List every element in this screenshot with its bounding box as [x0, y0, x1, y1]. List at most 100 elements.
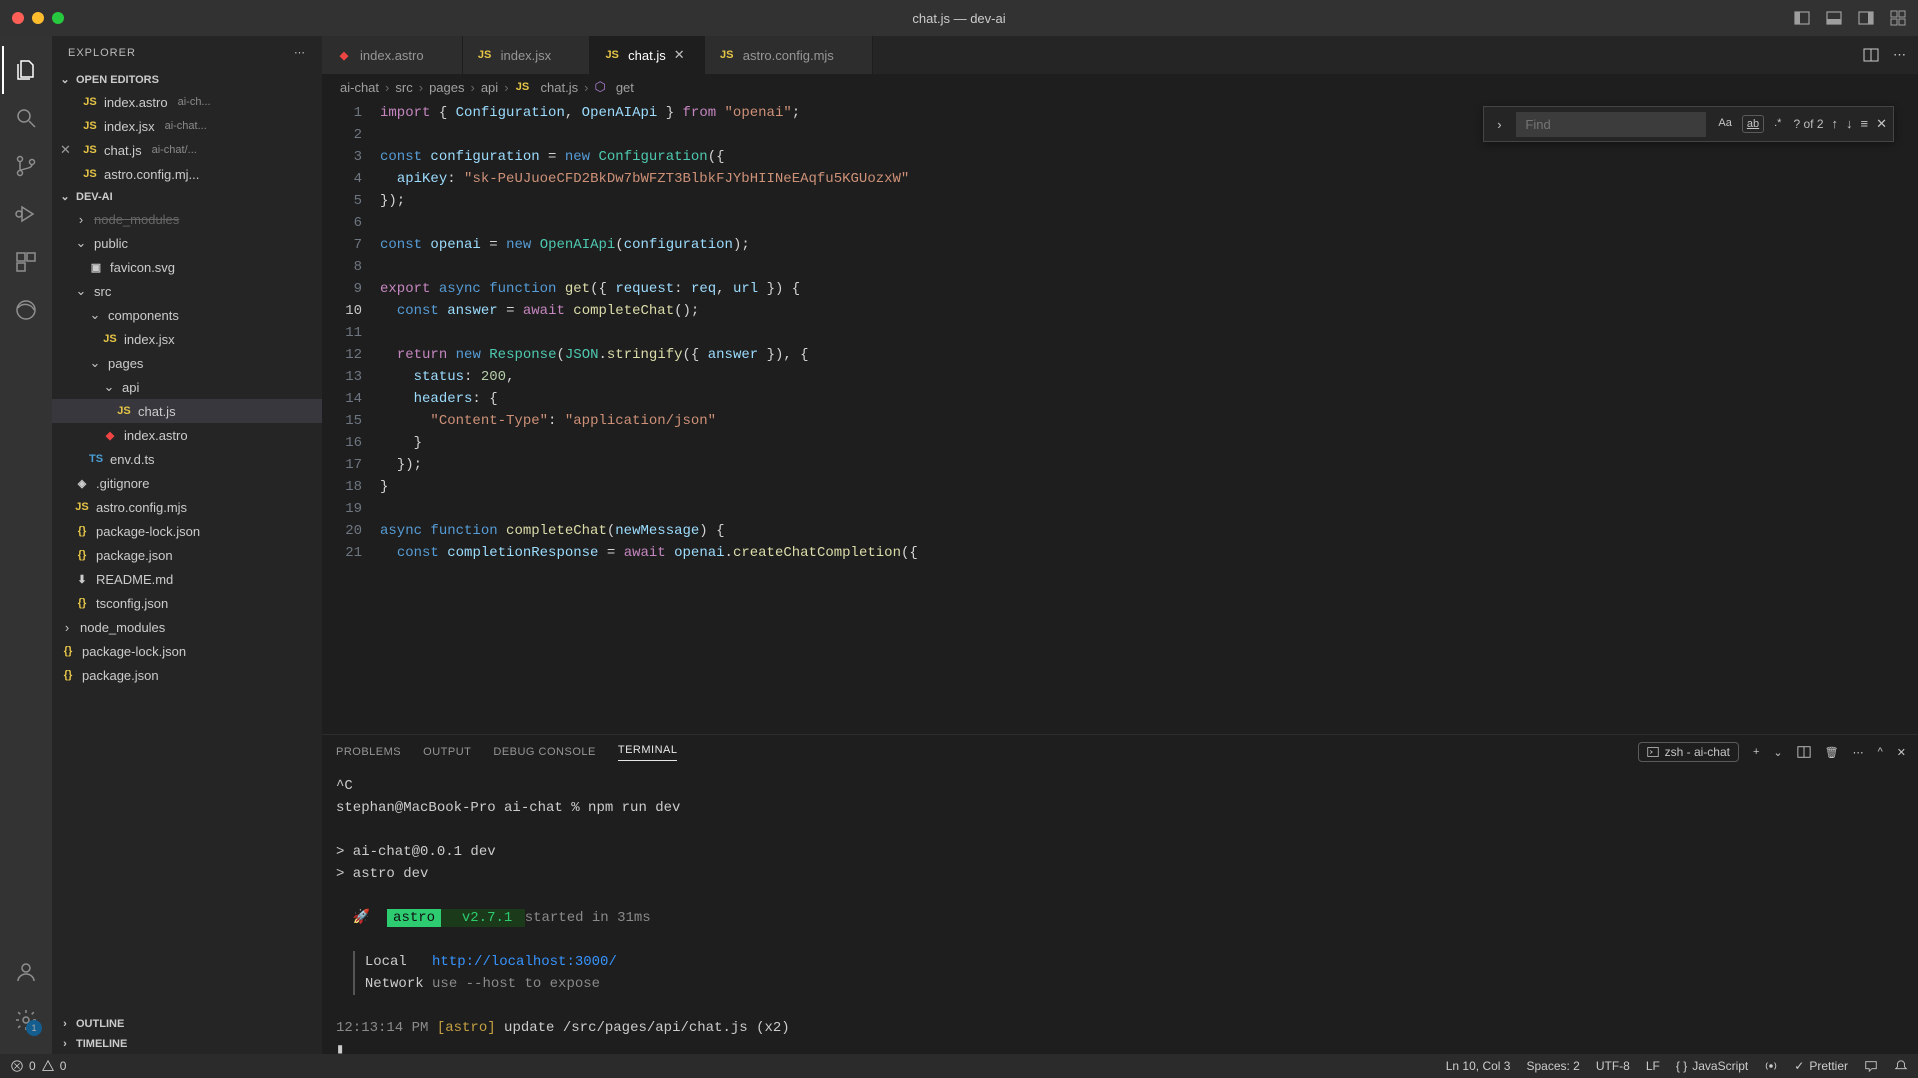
file-item[interactable]: {} package-lock.json — [52, 639, 322, 663]
status-golive[interactable] — [1764, 1059, 1778, 1073]
open-editor-item[interactable]: ✕ JS chat.js ai-chat/... — [52, 138, 322, 162]
new-terminal-icon[interactable]: + — [1753, 746, 1759, 758]
folder-item[interactable]: ⌄ public — [52, 231, 322, 255]
status-errors[interactable]: 0 0 — [10, 1059, 66, 1073]
more-icon[interactable]: ⋯ — [294, 46, 306, 59]
activity-search[interactable] — [2, 94, 50, 142]
find-prev-icon[interactable]: ↑ — [1832, 116, 1839, 132]
file-icon: JS — [102, 331, 118, 347]
tab-more-icon[interactable]: ⋯ — [1893, 47, 1906, 63]
panel-tab-terminal[interactable]: TERMINAL — [618, 744, 678, 761]
minimize-window-button[interactable] — [32, 12, 44, 24]
status-language[interactable]: { }JavaScript — [1676, 1059, 1748, 1073]
activity-extensions[interactable] — [2, 238, 50, 286]
activity-settings[interactable]: 1 — [2, 996, 50, 1044]
file-item[interactable]: ⬇ README.md — [52, 567, 322, 591]
file-name: astro.config.mj... — [104, 167, 199, 182]
search-icon — [14, 106, 38, 130]
activity-account[interactable] — [2, 948, 50, 996]
file-item[interactable]: JS chat.js — [52, 399, 322, 423]
file-item[interactable]: JS index.jsx — [52, 327, 322, 351]
find-input[interactable] — [1516, 112, 1706, 137]
close-icon[interactable]: ✕ — [60, 142, 76, 158]
file-name: index.astro — [104, 95, 168, 110]
file-icon: JS — [604, 47, 620, 63]
file-item[interactable]: {} package.json — [52, 543, 322, 567]
split-terminal-icon[interactable] — [1797, 745, 1811, 759]
status-prettier[interactable]: ✓Prettier — [1794, 1059, 1848, 1073]
panel-tab-output[interactable]: OUTPUT — [423, 746, 471, 758]
customize-layout-icon[interactable] — [1890, 10, 1906, 26]
panel-tab-problems[interactable]: PROBLEMS — [336, 746, 401, 758]
editor[interactable]: 123456789101112131415161718192021 import… — [322, 100, 1918, 734]
close-icon[interactable]: ✕ — [674, 47, 690, 63]
regex-icon[interactable]: .* — [1770, 115, 1785, 133]
folder-item[interactable]: ⌄ pages — [52, 351, 322, 375]
status-bell[interactable] — [1894, 1059, 1908, 1073]
folder-item[interactable]: ⌄ components — [52, 303, 322, 327]
file-item[interactable]: ▣ favicon.svg — [52, 255, 322, 279]
status-spaces[interactable]: Spaces: 2 — [1526, 1059, 1579, 1073]
match-case-icon[interactable]: Aa — [1714, 115, 1735, 133]
find-expand-icon[interactable]: › — [1490, 117, 1508, 132]
code-content[interactable]: import { Configuration, OpenAIApi } from… — [380, 100, 1918, 734]
breadcrumb-item[interactable]: get — [616, 80, 634, 95]
breadcrumb-item[interactable]: ai-chat — [340, 80, 379, 95]
timeline-header[interactable]: › TIMELINE — [52, 1034, 322, 1054]
file-item[interactable]: {} package-lock.json — [52, 519, 322, 543]
breadcrumb-item[interactable]: api — [481, 80, 498, 95]
layout-panel-icon[interactable] — [1826, 10, 1842, 26]
layout-sidebar-left-icon[interactable] — [1794, 10, 1810, 26]
breadcrumb-item[interactable]: chat.js — [541, 80, 579, 95]
breadcrumb-item[interactable]: src — [395, 80, 412, 95]
split-editor-icon[interactable] — [1863, 47, 1879, 63]
file-item[interactable]: ◈ .gitignore — [52, 471, 322, 495]
panel-tab-debug-console[interactable]: DEBUG CONSOLE — [493, 746, 595, 758]
kill-terminal-icon[interactable]: 🗑 — [1825, 746, 1839, 759]
terminal-name: zsh - ai-chat — [1665, 745, 1730, 759]
folder-item[interactable]: ⌄ src — [52, 279, 322, 303]
folder-item[interactable]: › node_modules — [52, 615, 322, 639]
file-item[interactable]: JS astro.config.mjs — [52, 495, 322, 519]
folder-item[interactable]: › node_modules — [52, 207, 322, 231]
status-encoding[interactable]: UTF-8 — [1596, 1059, 1630, 1073]
editor-tab[interactable]: JS astro.config.mjs ✕ — [705, 36, 873, 74]
folder-item[interactable]: ⌄ api — [52, 375, 322, 399]
terminal-dropdown-icon[interactable]: ⌄ — [1773, 746, 1782, 759]
panel-more-icon[interactable]: ⋯ — [1853, 746, 1864, 759]
file-item[interactable]: {} tsconfig.json — [52, 591, 322, 615]
breadcrumbs[interactable]: ai-chat›src›pages›api›JSchat.js›⬡get — [322, 74, 1918, 100]
activity-debug[interactable] — [2, 190, 50, 238]
status-cursor[interactable]: Ln 10, Col 3 — [1446, 1059, 1511, 1073]
open-editors-header[interactable]: ⌄ OPEN EDITORS — [52, 69, 322, 90]
activity-explorer[interactable] — [2, 46, 50, 94]
status-eol[interactable]: LF — [1646, 1059, 1660, 1073]
folder-name: node_modules — [80, 620, 165, 635]
outline-header[interactable]: › OUTLINE — [52, 1014, 322, 1034]
close-window-button[interactable] — [12, 12, 24, 24]
file-item[interactable]: {} package.json — [52, 663, 322, 687]
status-feedback[interactable] — [1864, 1059, 1878, 1073]
maximize-window-button[interactable] — [52, 12, 64, 24]
terminal-output[interactable]: ^C stephan@MacBook-Pro ai-chat % npm run… — [322, 769, 1918, 1054]
close-panel-icon[interactable]: ✕ — [1897, 746, 1906, 759]
open-editor-item[interactable]: ✕ JS astro.config.mj... — [52, 162, 322, 186]
find-selection-icon[interactable]: ≡ — [1861, 116, 1869, 132]
editor-tab[interactable]: JS chat.js ✕ — [590, 36, 705, 74]
find-close-icon[interactable]: ✕ — [1876, 116, 1887, 132]
match-whole-word-icon[interactable]: ab — [1742, 115, 1764, 133]
file-item[interactable]: ◆ index.astro — [52, 423, 322, 447]
editor-tab[interactable]: ◆ index.astro ✕ — [322, 36, 463, 74]
project-header[interactable]: ⌄ DEV-AI — [52, 186, 322, 207]
maximize-panel-icon[interactable]: ^ — [1878, 746, 1883, 758]
find-next-icon[interactable]: ↓ — [1846, 116, 1853, 132]
activity-source-control[interactable] — [2, 142, 50, 190]
terminal-selector[interactable]: zsh - ai-chat — [1638, 742, 1739, 762]
open-editor-item[interactable]: ✕ JS index.jsx ai-chat... — [52, 114, 322, 138]
layout-sidebar-right-icon[interactable] — [1858, 10, 1874, 26]
editor-tab[interactable]: JS index.jsx ✕ — [463, 36, 591, 74]
activity-edge[interactable] — [2, 286, 50, 334]
breadcrumb-item[interactable]: pages — [429, 80, 464, 95]
file-item[interactable]: TS env.d.ts — [52, 447, 322, 471]
open-editor-item[interactable]: ✕ JS index.astro ai-ch... — [52, 90, 322, 114]
